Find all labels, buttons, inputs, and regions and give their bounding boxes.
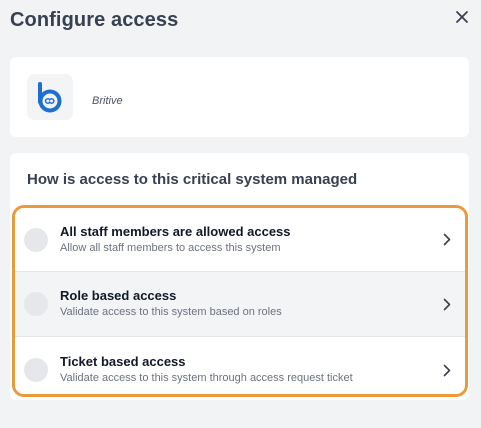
radio-button[interactable] <box>24 292 48 316</box>
close-icon <box>456 11 468 23</box>
britive-logo-icon <box>27 74 73 120</box>
option-description: Allow all staff members to access this s… <box>60 241 281 254</box>
option-role-based[interactable]: Role based access Validate access to thi… <box>15 271 465 337</box>
app-name: Britive <box>92 95 123 107</box>
access-options-list: All staff members are allowed access All… <box>12 205 468 397</box>
option-title: Role based access <box>60 288 177 303</box>
radio-button[interactable] <box>24 227 48 252</box>
option-all-staff[interactable]: All staff members are allowed access All… <box>15 208 465 271</box>
option-title: Ticket based access <box>60 354 186 369</box>
option-description: Validate access to this system based on … <box>60 306 282 318</box>
close-button[interactable] <box>451 6 473 28</box>
app-card: Britive <box>10 57 469 137</box>
option-title: All staff members are allowed access <box>60 223 291 239</box>
radio-button[interactable] <box>24 358 48 382</box>
option-description: Validate access to this system through a… <box>60 372 353 384</box>
chevron-right-icon <box>441 233 453 247</box>
chevron-right-icon <box>441 363 453 377</box>
chevron-right-icon <box>441 297 453 311</box>
dialog-title: Configure access <box>10 9 179 31</box>
option-ticket-based[interactable]: Ticket based access Validate access to t… <box>15 337 465 394</box>
configure-access-panel: Configure access Britive How is access t… <box>0 0 481 428</box>
question-title: How is access to this critical system ma… <box>27 171 358 188</box>
